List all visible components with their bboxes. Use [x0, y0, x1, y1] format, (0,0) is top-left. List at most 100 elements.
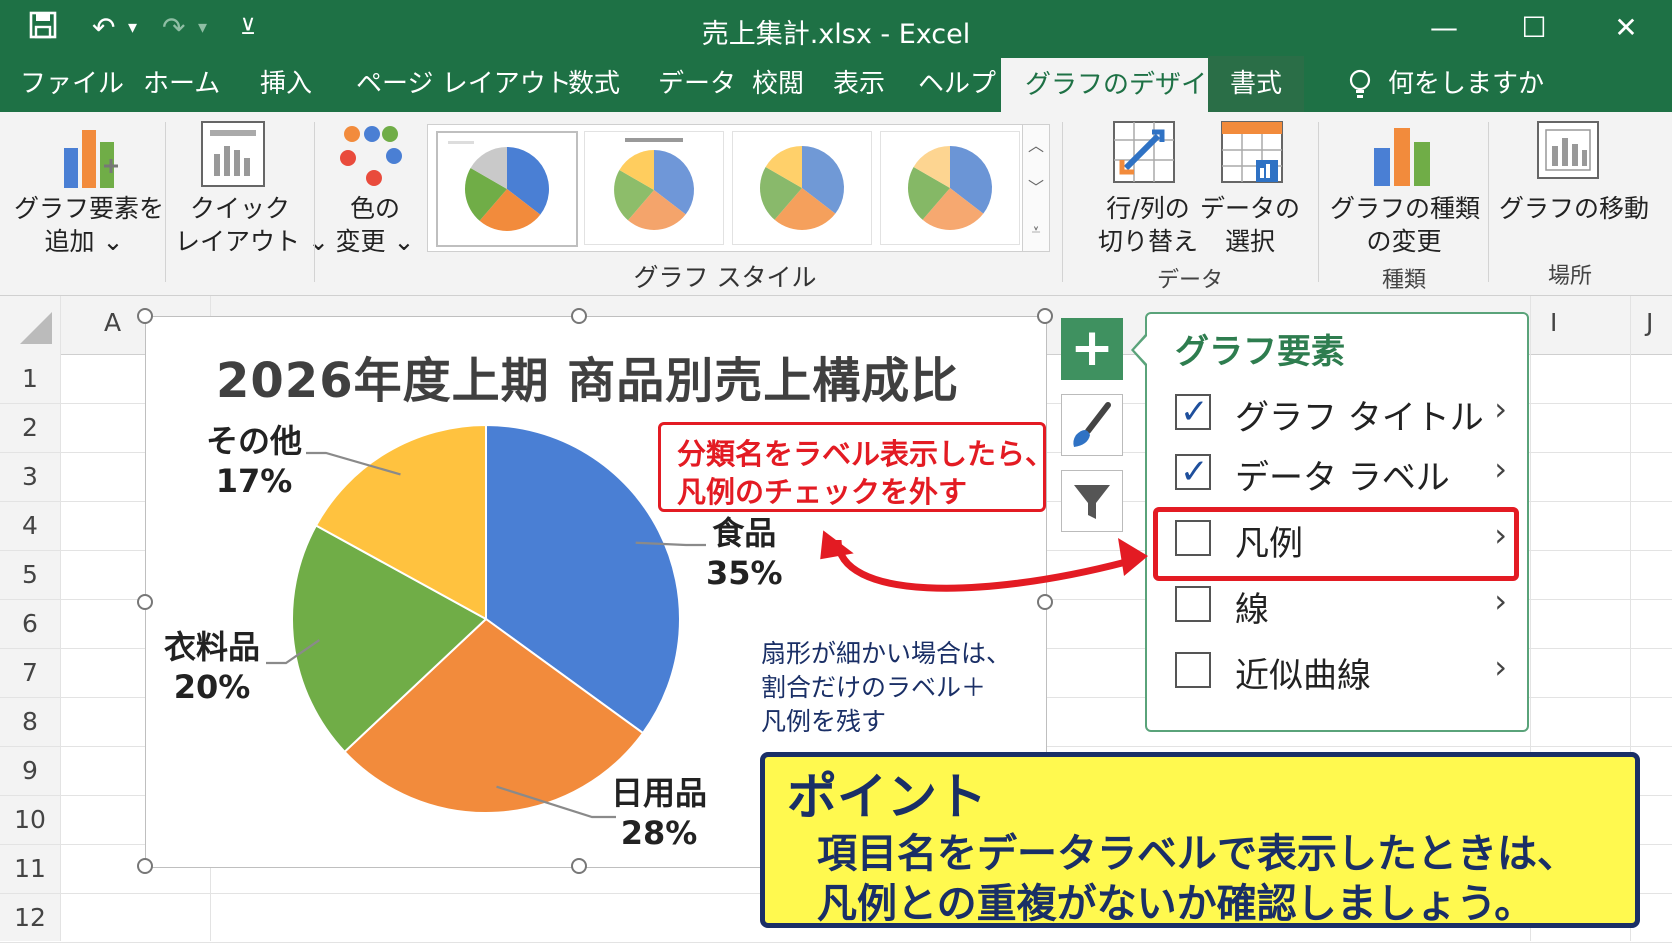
- change-chart-type-button[interactable]: グラフの種類 の変更: [1330, 192, 1481, 258]
- row-header-11[interactable]: 11: [0, 854, 60, 883]
- change-colors-line2: 変更 ⌄: [335, 227, 415, 256]
- tab-view[interactable]: 表示: [833, 56, 885, 112]
- add-chart-element-line2: 追加 ⌄: [44, 227, 124, 256]
- chart-style-gallery: [427, 124, 1023, 252]
- column-header-j[interactable]: J: [1646, 308, 1653, 337]
- change-colors-button[interactable]: 色の 変更 ⌄: [325, 192, 425, 258]
- tab-review[interactable]: 校閲: [752, 56, 804, 112]
- callout-line2: 凡例のチェックを外す: [677, 475, 968, 509]
- row-header-8[interactable]: 8: [0, 707, 60, 736]
- quick-layout-line2: レイアウト ⌄: [175, 227, 329, 256]
- gallery-scroll-up-button[interactable]: ︿: [1023, 125, 1049, 167]
- data-label-other[interactable]: その他 17%: [206, 421, 302, 501]
- chevron-right-icon[interactable]: ›: [1494, 390, 1507, 428]
- tab-home[interactable]: ホーム: [143, 56, 220, 112]
- tab-file[interactable]: ファイル: [20, 56, 124, 112]
- row-header-12[interactable]: 12: [0, 903, 60, 932]
- chart-tip-line3: 凡例を残す: [761, 707, 887, 736]
- chart-title-checkbox[interactable]: ✓: [1175, 392, 1211, 432]
- chevron-right-icon[interactable]: ›: [1494, 450, 1507, 488]
- select-data-line2: 選択: [1224, 227, 1275, 256]
- column-header-a[interactable]: A: [104, 308, 121, 337]
- tab-insert[interactable]: 挿入: [260, 56, 312, 112]
- row-header-9[interactable]: 9: [0, 756, 60, 785]
- chevron-right-icon[interactable]: ›: [1494, 648, 1507, 686]
- data-label-other-name: その他: [206, 422, 303, 460]
- gallery-more-button[interactable]: ⩡: [1023, 209, 1049, 251]
- row-header-3[interactable]: 3: [0, 462, 60, 491]
- ribbon-chart-design: グラフ要素を 追加 ⌄ クイック レイアウト ⌄ 色の 変更 ⌄ ︿ ﹀ ⩡ グ…: [0, 112, 1672, 296]
- quick-layout-button[interactable]: クイック レイアウト ⌄: [175, 192, 329, 258]
- add-chart-element-button[interactable]: グラフ要素を 追加 ⌄: [14, 192, 165, 258]
- chart-style-4[interactable]: [880, 131, 1020, 245]
- add-chart-element-line1: グラフ要素を: [14, 194, 165, 223]
- chart-element-chart-title[interactable]: ✓ グラフ タイトル ›: [1175, 384, 1515, 440]
- column-header-i[interactable]: I: [1550, 308, 1557, 337]
- tab-help[interactable]: ヘルプ: [918, 56, 996, 112]
- resize-handle-bottom-left[interactable]: [137, 858, 153, 874]
- row-header-2[interactable]: 2: [0, 413, 60, 442]
- quick-layout-icon: [200, 120, 266, 192]
- chart-tip-note: 扇形が細かい場合は、 割合だけのラベル＋ 凡例を残す: [761, 637, 1011, 739]
- change-chart-type-line1: グラフの種類: [1330, 194, 1481, 223]
- maximize-button[interactable]: ☐: [1504, 8, 1564, 48]
- tab-data[interactable]: データ: [658, 56, 736, 112]
- chart-element-data-labels[interactable]: ✓ データ ラベル ›: [1175, 444, 1515, 500]
- row-header-1[interactable]: 1: [0, 364, 60, 393]
- minimize-button[interactable]: —: [1414, 8, 1474, 48]
- chart-style-3[interactable]: [732, 131, 872, 245]
- resize-handle-left[interactable]: [137, 594, 153, 610]
- row-header-7[interactable]: 7: [0, 658, 60, 687]
- data-label-clothing[interactable]: 衣料品 20%: [164, 627, 260, 707]
- lines-checkbox[interactable]: [1175, 586, 1211, 622]
- row-header-5[interactable]: 5: [0, 560, 60, 589]
- row-header-6[interactable]: 6: [0, 609, 60, 638]
- gallery-scroll-down-button[interactable]: ﹀: [1023, 167, 1049, 209]
- row-header-4[interactable]: 4: [0, 511, 60, 540]
- resize-handle-top-left[interactable]: [137, 308, 153, 324]
- location-group-label: 場所: [1547, 264, 1592, 289]
- chart-tip-line1: 扇形が細かい場合は、: [761, 639, 1012, 668]
- tell-me-box[interactable]: 何をしますか: [1348, 56, 1544, 112]
- quick-layout-line1: クイック: [189, 194, 290, 223]
- data-label-daily[interactable]: 日用品 28%: [611, 773, 707, 853]
- chart-style-1[interactable]: [436, 131, 578, 247]
- data-label-food-name: 食品: [712, 514, 777, 552]
- chart-filters-button[interactable]: [1061, 470, 1123, 532]
- chart-element-lines[interactable]: 線 ›: [1175, 576, 1515, 632]
- chart-elements-panel-title: グラフ要素: [1175, 332, 1345, 372]
- change-colors-line1: 色の: [349, 194, 400, 223]
- row-header-10[interactable]: 10: [0, 805, 60, 834]
- chevron-right-icon[interactable]: ›: [1494, 582, 1507, 620]
- chart-element-label: 線: [1235, 590, 1269, 630]
- lightbulb-icon: [1349, 69, 1371, 98]
- switch-row-column-button[interactable]: 行/列の 切り替え: [1092, 192, 1204, 258]
- move-chart-button[interactable]: グラフの移動: [1498, 192, 1650, 225]
- chart-style-2[interactable]: [584, 131, 724, 245]
- resize-handle-top[interactable]: [571, 308, 587, 324]
- point-box: ポイント 項目名をデータラベルで表示したときは、 凡例との重複がないか確認しまし…: [760, 752, 1640, 928]
- data-label-food[interactable]: 食品 35%: [706, 513, 783, 593]
- chart-elements-button[interactable]: +: [1061, 318, 1123, 380]
- change-chart-type-line2: の変更: [1366, 227, 1442, 256]
- change-chart-type-icon: [1372, 124, 1432, 190]
- checkmark-icon: ✓: [1180, 392, 1209, 432]
- tell-me-label: 何をしますか: [1388, 69, 1545, 99]
- close-button[interactable]: ✕: [1596, 8, 1656, 48]
- instruction-callout: 分類名をラベル表示したら、 凡例のチェックを外す: [658, 422, 1054, 512]
- tab-page-layout[interactable]: ページ レイアウト: [356, 56, 572, 112]
- tab-format[interactable]: 書式: [1208, 56, 1305, 112]
- data-label-food-value: 35%: [706, 554, 783, 592]
- tab-formulas[interactable]: 数式: [568, 56, 620, 112]
- resize-handle-top-right[interactable]: [1037, 308, 1053, 324]
- select-data-button[interactable]: データの 選択: [1200, 192, 1300, 258]
- chart-styles-button[interactable]: [1061, 394, 1123, 456]
- data-labels-checkbox[interactable]: ✓: [1175, 452, 1211, 492]
- column-gridline: [60, 296, 61, 941]
- move-chart-icon: [1536, 120, 1600, 186]
- chart-element-trendline[interactable]: 近似曲線 ›: [1175, 642, 1515, 698]
- legend-highlight-frame: [1153, 507, 1519, 581]
- resize-handle-bottom[interactable]: [571, 858, 587, 874]
- trendline-checkbox[interactable]: [1175, 652, 1211, 688]
- resize-handle-right[interactable]: [1037, 594, 1053, 610]
